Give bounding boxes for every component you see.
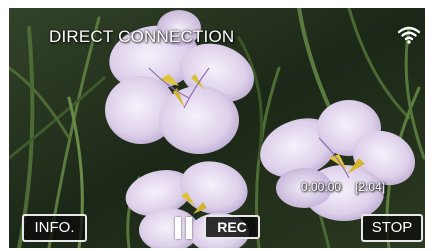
wifi-icon [398,26,420,44]
pause-icon[interactable] [175,217,195,239]
camera-live-view: DIRECT CONNECTION 0:00:00 [2:04] INFO. RE… [9,8,425,248]
remaining-time: [2:04] [355,180,386,194]
recording-timecode: 0:00:00 [2:04] [301,180,385,194]
connection-mode-title: DIRECT CONNECTION [49,27,235,46]
top-bar: DIRECT CONNECTION [9,18,425,56]
elapsed-time: 0:00:00 [301,180,342,194]
info-button[interactable]: INFO. [22,214,87,242]
bottom-control-bar: INFO. REC STOP [9,212,425,248]
stop-button[interactable]: STOP [361,214,423,242]
rec-button[interactable]: REC [204,215,260,239]
